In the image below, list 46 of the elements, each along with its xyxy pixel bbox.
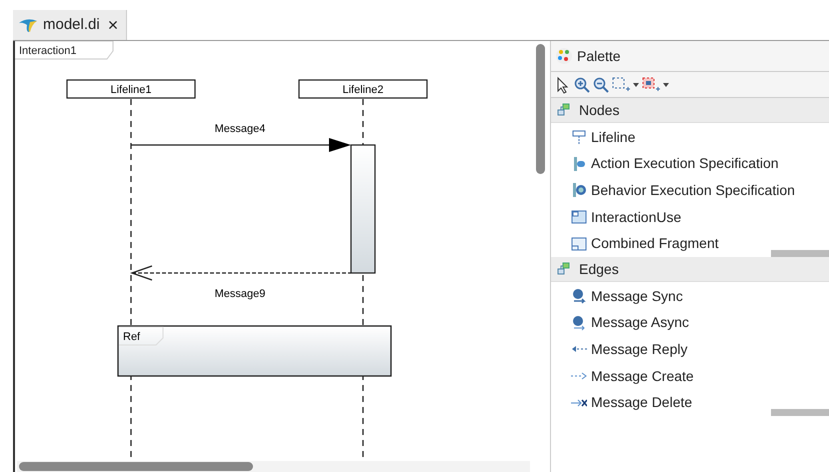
palette-item[interactable]: Message Delete — [551, 389, 829, 416]
palette-item[interactable]: Action Execution Specification — [551, 150, 829, 178]
palette-item[interactable]: Message Sync — [551, 283, 829, 310]
group-icon — [557, 103, 571, 117]
execution-icon — [571, 156, 587, 172]
group-icon — [557, 262, 571, 276]
horizontal-scrollbar[interactable] — [19, 462, 253, 471]
vertical-scrollbar[interactable] — [536, 44, 544, 174]
execution-icon — [571, 182, 587, 198]
frame-label: Interaction1 — [15, 41, 114, 60]
palette-item[interactable]: Message Async — [551, 310, 829, 336]
message-arrow[interactable] — [131, 138, 351, 152]
palette-icon — [555, 47, 573, 65]
message-icon — [571, 314, 587, 331]
message-label: Message4 — [214, 123, 266, 135]
editor-tab[interactable]: model.di × — [13, 10, 128, 40]
palette-item[interactable]: InteractionUse — [551, 204, 829, 230]
palette-item[interactable]: Message Reply — [551, 336, 829, 363]
message-icon — [571, 288, 587, 304]
palette-item[interactable]: Combined Fragment — [551, 230, 829, 257]
lifeline-icon — [571, 129, 587, 146]
lifeline-head[interactable]: Lifeline2 — [298, 79, 428, 99]
logo-icon — [17, 17, 39, 33]
frame-icon — [571, 236, 587, 252]
zoom-in-icon[interactable] — [574, 76, 590, 92]
palette-item[interactable]: Lifeline — [551, 124, 829, 151]
zoom-out-icon[interactable] — [593, 76, 609, 92]
dropdown-icon[interactable] — [633, 82, 639, 86]
message-label: Message9 — [214, 288, 266, 300]
marquee-icon[interactable] — [642, 76, 660, 92]
frame-icon — [571, 209, 587, 226]
marquee-icon[interactable] — [612, 76, 630, 92]
pointer-icon[interactable] — [555, 76, 571, 94]
interaction-use[interactable] — [117, 325, 392, 377]
palette-item[interactable]: Behavior Execution Specification — [551, 177, 829, 204]
lifeline-head[interactable]: Lifeline1 — [66, 79, 196, 99]
dropdown-icon[interactable] — [663, 82, 669, 86]
execution-bar[interactable] — [350, 144, 376, 274]
close-button[interactable]: × — [104, 16, 122, 34]
palette-group-header[interactable]: Nodes — [551, 98, 829, 123]
tab-title: model.di — [43, 14, 100, 35]
palette-title: Palette — [577, 46, 621, 66]
fragment-label: Ref — [123, 331, 140, 343]
reply-arrow[interactable] — [130, 265, 351, 281]
palette-group-header[interactable]: Edges — [551, 257, 829, 282]
palette-item[interactable]: Message Create — [551, 362, 829, 390]
